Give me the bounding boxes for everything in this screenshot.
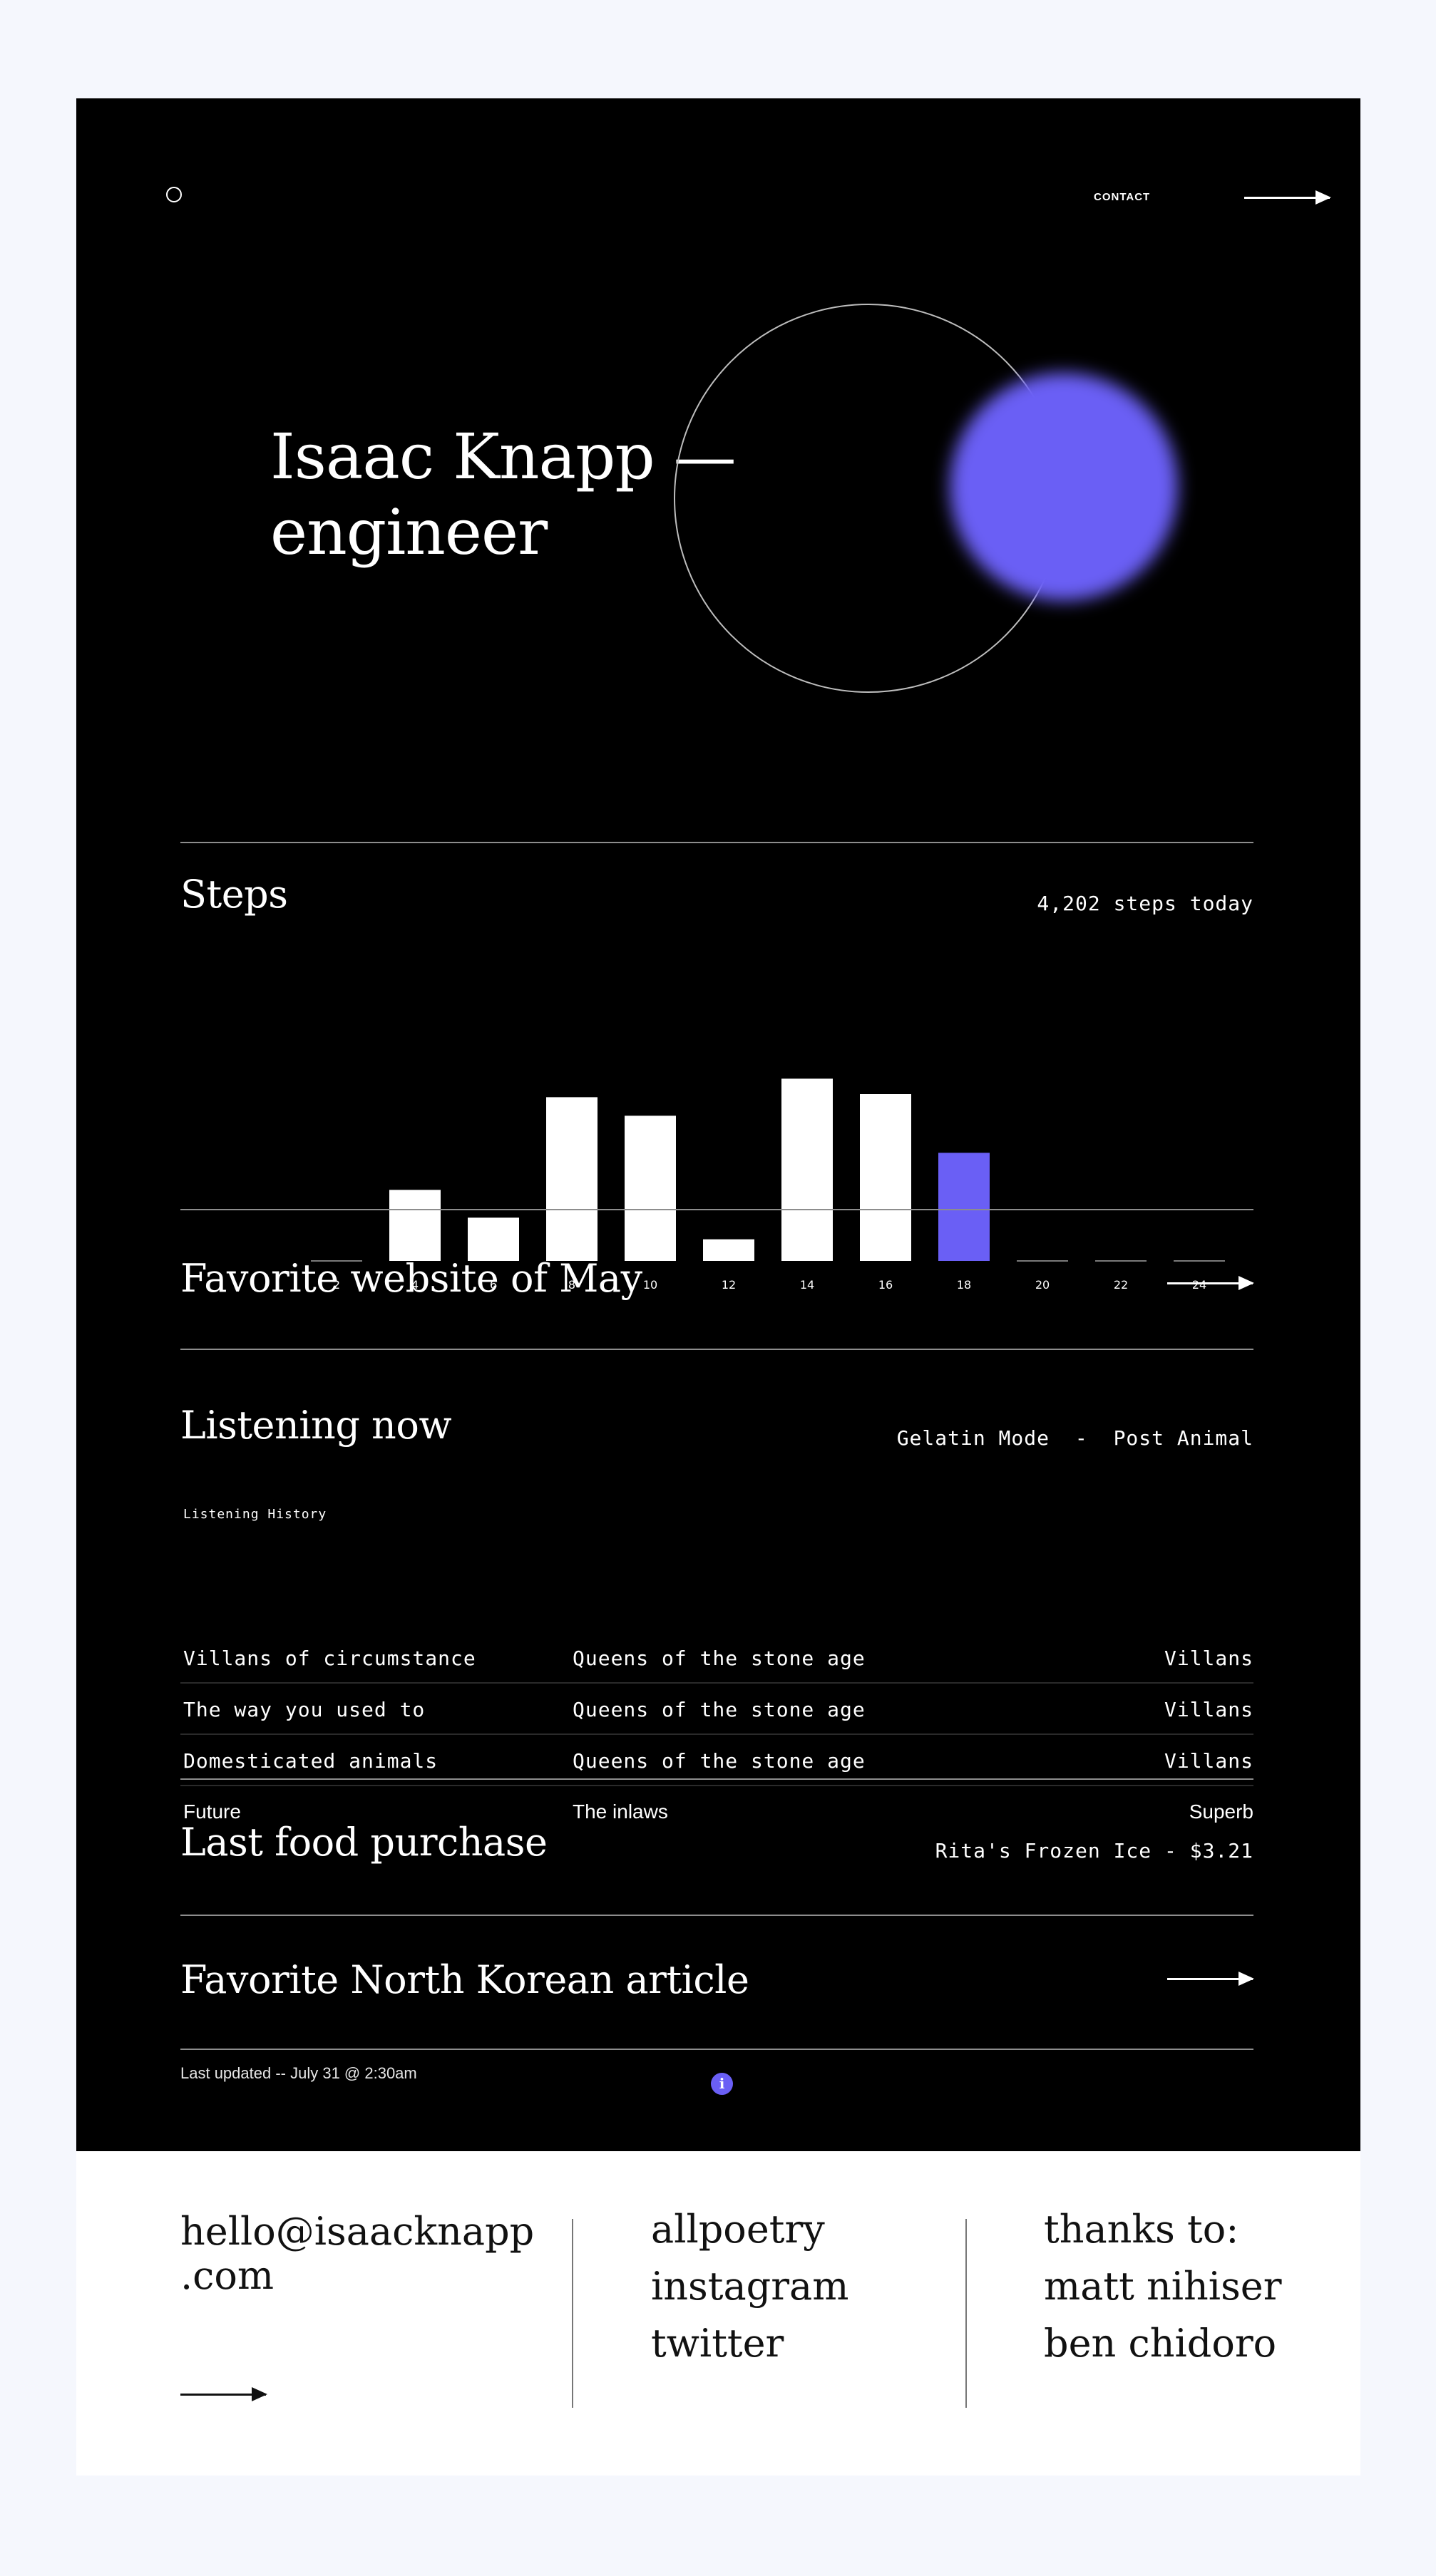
divider <box>180 842 1253 843</box>
steps-chart-svg: 2 4 6 8 10 12 14 16 18 20 22 24 <box>311 1078 1225 1292</box>
allpoetry-link[interactable]: allpoetry <box>651 2201 848 2258</box>
info-icon[interactable]: i <box>711 2073 733 2095</box>
divider <box>180 1915 1253 1916</box>
hero-title-line2: engineer <box>270 495 548 569</box>
blurred-circle-graphic <box>950 373 1178 601</box>
steps-tick-label: 22 <box>1114 1278 1128 1292</box>
steps-tick-label: 10 <box>643 1278 657 1292</box>
now-playing: Gelatin Mode - Post Animal <box>897 1426 1253 1450</box>
contact-arrow-icon[interactable] <box>1244 190 1331 205</box>
steps-bar <box>703 1239 754 1261</box>
steps-tick-label: 20 <box>1035 1278 1050 1292</box>
twitter-link[interactable]: twitter <box>651 2315 848 2372</box>
divider <box>180 1778 1253 1780</box>
track-artist: Queens of the stone age <box>573 1647 866 1670</box>
steps-title: Steps <box>180 872 288 917</box>
steps-bar <box>546 1097 598 1261</box>
thanks-label: thanks to: <box>1044 2207 1239 2252</box>
food-value: Rita's Frozen Ice - $3.21 <box>935 1839 1253 1863</box>
footer-links: allpoetry instagram twitter <box>651 2201 848 2372</box>
table-row: Villans of circumstance Queens of the st… <box>180 1632 1253 1684</box>
instagram-link[interactable]: instagram <box>651 2258 848 2315</box>
page: CONTACT Isaac Knapp — engineer Steps 4,2… <box>76 98 1360 2475</box>
dashboard-panel: CONTACT Isaac Knapp — engineer Steps 4,2… <box>76 98 1360 2151</box>
hero-title-line1: Isaac Knapp — <box>270 420 737 493</box>
track-name: Villans of circumstance <box>183 1647 476 1670</box>
track-album: Superb <box>1189 1800 1253 1823</box>
steps-tick-label: 18 <box>957 1278 971 1292</box>
article-arrow-icon[interactable] <box>1167 1972 1254 1986</box>
track-name: The way you used to <box>183 1698 426 1721</box>
divider <box>180 2049 1253 2050</box>
food-title: Last food purchase <box>180 1820 548 1865</box>
email-line2[interactable]: .com <box>180 2254 534 2298</box>
track-album: Villans <box>1164 1749 1253 1773</box>
now-playing-artist: Post Animal <box>1113 1426 1253 1450</box>
last-updated: Last updated -- July 31 @ 2:30am <box>180 2064 417 2082</box>
track-name: Domesticated animals <box>183 1749 439 1773</box>
steps-tick-label: 14 <box>800 1278 814 1292</box>
thanks-name: matt nihiser <box>1044 2264 1282 2309</box>
footer: hello@isaacknapp .com allpoetry instagra… <box>76 2151 1360 2475</box>
favorite-website-arrow-icon[interactable] <box>1167 1276 1254 1290</box>
steps-bar <box>625 1116 676 1261</box>
logo-circle-icon[interactable] <box>166 187 182 202</box>
steps-bar <box>389 1190 441 1261</box>
steps-bar <box>468 1217 519 1261</box>
listening-history-label: Listening History <box>183 1507 327 1522</box>
steps-tick-label: 24 <box>1192 1278 1206 1292</box>
track-album: Villans <box>1164 1647 1253 1670</box>
track-artist: Queens of the stone age <box>573 1698 866 1721</box>
steps-bar <box>938 1153 990 1261</box>
steps-bar <box>781 1078 833 1261</box>
table-row: The way you used to Queens of the stone … <box>180 1684 1253 1735</box>
footer-thanks: thanks to: matt nihiser ben chidoro <box>1044 2201 1282 2372</box>
thanks-name: ben chidoro <box>1044 2321 1277 2366</box>
steps-chart: 2 4 6 8 10 12 14 16 18 20 22 24 <box>180 961 1253 1303</box>
favorite-website-title[interactable]: Favorite website of May <box>180 1256 642 1301</box>
footer-email[interactable]: hello@isaacknapp .com <box>180 2210 534 2298</box>
footer-divider <box>965 2219 967 2408</box>
now-playing-separator: - <box>1075 1426 1088 1450</box>
article-title[interactable]: Favorite North Korean article <box>180 1957 749 2002</box>
steps-bar <box>860 1094 911 1261</box>
track-artist: Queens of the stone age <box>573 1749 866 1773</box>
contact-link[interactable]: CONTACT <box>1094 191 1150 203</box>
steps-summary: 4,202 steps today <box>1037 892 1253 915</box>
footer-divider <box>572 2219 573 2408</box>
track-artist: The inlaws <box>573 1800 668 1823</box>
divider <box>180 1349 1253 1350</box>
listening-title: Listening now <box>180 1403 452 1448</box>
steps-tick-label: 12 <box>722 1278 736 1292</box>
now-playing-song: Gelatin Mode <box>896 1426 1050 1450</box>
email-line1[interactable]: hello@isaacknapp <box>180 2210 534 2254</box>
hero-title: Isaac Knapp — engineer <box>270 419 737 570</box>
email-arrow-icon[interactable] <box>180 2387 267 2401</box>
track-album: Villans <box>1164 1698 1253 1721</box>
divider <box>180 1209 1253 1210</box>
steps-tick-label: 16 <box>878 1278 893 1292</box>
